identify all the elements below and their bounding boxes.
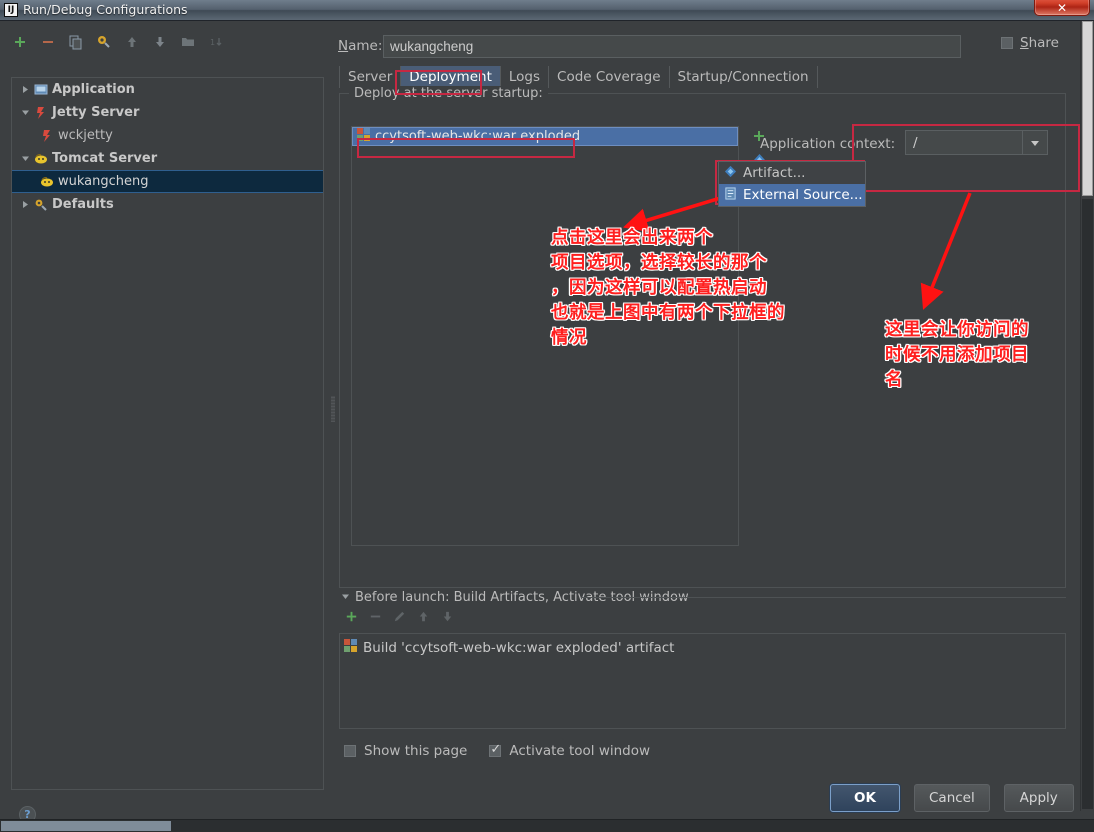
- splitter-grip-icon[interactable]: [331, 396, 335, 422]
- remove-icon[interactable]: [36, 30, 60, 54]
- jetty-icon: [32, 106, 50, 120]
- tree-item-wukangcheng[interactable]: wukangcheng: [12, 170, 323, 193]
- application-icon: [32, 83, 50, 97]
- edit-templates-icon[interactable]: [92, 30, 116, 54]
- deployment-list-item[interactable]: ccytsoft-web-wkc:war exploded: [352, 127, 738, 146]
- horizontal-scrollbar[interactable]: [0, 819, 1094, 832]
- application-context-combo[interactable]: /: [905, 130, 1048, 155]
- jetty-icon: [38, 129, 56, 143]
- tree-item-label: Tomcat Server: [52, 151, 158, 166]
- before-launch-divider: [581, 597, 1066, 598]
- application-context-label: Application context:: [760, 136, 896, 152]
- tree-item-label: wukangcheng: [58, 174, 149, 189]
- tree-item-label: wckjetty: [58, 128, 113, 143]
- add-task-icon[interactable]: [344, 609, 359, 628]
- move-up-icon[interactable]: [120, 30, 144, 54]
- tab-deployment[interactable]: Deployment: [401, 66, 501, 88]
- tree-item-application[interactable]: Application: [12, 78, 323, 101]
- show-this-page-checkbox[interactable]: Show this page: [344, 743, 467, 759]
- show-page-label: Show this page: [364, 743, 468, 759]
- move-down-icon[interactable]: [148, 30, 172, 54]
- window-title: Run/Debug Configurations: [23, 2, 188, 17]
- artifact-icon: [724, 165, 737, 182]
- tab-server[interactable]: Server: [339, 66, 402, 88]
- activate-tool-window-checkbox[interactable]: Activate tool window: [489, 742, 651, 759]
- before-launch-list[interactable]: Build 'ccytsoft-web-wkc:war exploded' ar…: [339, 633, 1066, 729]
- vertical-scrollbar[interactable]: [1080, 21, 1094, 811]
- chevron-down-icon[interactable]: [18, 154, 32, 163]
- vertical-scrollbar-thumb[interactable]: [1082, 21, 1093, 196]
- tree-item-label: Jetty Server: [52, 105, 140, 120]
- external-source-icon: [724, 186, 737, 204]
- before-launch-item[interactable]: Build 'ccytsoft-web-wkc:war exploded' ar…: [340, 634, 1065, 656]
- tree-item-label: Defaults: [52, 197, 114, 212]
- add-icon[interactable]: [8, 30, 32, 54]
- tree-item-jetty-server[interactable]: Jetty Server: [12, 101, 323, 124]
- config-tabs[interactable]: Server Deployment Logs Code Coverage Sta…: [339, 66, 818, 88]
- share-checkbox-box[interactable]: [1001, 37, 1013, 49]
- run-debug-configurations-dialog: IJ Run/Debug Configurations ✕ 1 Applicat…: [0, 0, 1094, 832]
- configuration-editor-panel: Name: Share Server Deployment Logs Code …: [336, 21, 1080, 811]
- tree-item-wckjetty[interactable]: wckjetty: [12, 124, 323, 147]
- activate-tool-label: Activate tool window: [509, 743, 651, 759]
- popup-item-label: Artifact...: [743, 165, 806, 181]
- svg-text:1: 1: [210, 38, 215, 47]
- collapse-triangle-icon[interactable]: [341, 590, 350, 605]
- folder-icon[interactable]: [176, 30, 200, 54]
- share-checkbox[interactable]: Share: [1001, 35, 1059, 51]
- before-launch-toolbar: [344, 609, 455, 628]
- bottom-checkboxes: Show this page Activate tool window: [344, 742, 651, 759]
- cancel-button[interactable]: Cancel: [914, 784, 990, 812]
- horizontal-scrollbar-thumb[interactable]: [1, 821, 171, 831]
- popup-item-external-source[interactable]: External Source...: [719, 184, 865, 206]
- intellij-logo-icon: IJ: [4, 2, 18, 17]
- defaults-icon: [32, 198, 50, 212]
- popup-item-label: External Source...: [743, 187, 863, 203]
- name-label: Name:: [338, 38, 383, 54]
- chevron-right-icon[interactable]: [18, 85, 32, 94]
- edit-task-icon: [392, 609, 407, 628]
- chevron-down-icon[interactable]: [18, 108, 32, 117]
- tomcat-icon: [32, 152, 50, 166]
- name-row: Name:: [338, 34, 1038, 58]
- chevron-right-icon[interactable]: [18, 200, 32, 209]
- close-icon[interactable]: ✕: [1034, 0, 1090, 16]
- activate-tool-checkbox-box[interactable]: [489, 742, 502, 757]
- tab-startup-connection[interactable]: Startup/Connection: [670, 66, 818, 88]
- remove-task-icon: [368, 609, 383, 628]
- apply-button[interactable]: Apply: [1003, 784, 1074, 812]
- tree-item-tomcat-server[interactable]: Tomcat Server: [12, 147, 323, 170]
- application-context-value[interactable]: /: [906, 135, 1022, 151]
- tree-item-defaults[interactable]: Defaults: [12, 193, 323, 216]
- ok-button[interactable]: OK: [830, 784, 900, 812]
- before-launch-item-label: Build 'ccytsoft-web-wkc:war exploded' ar…: [363, 639, 675, 656]
- title-bar-left: IJ Run/Debug Configurations: [4, 2, 188, 17]
- tomcat-icon: [38, 175, 56, 189]
- configurations-toolbar: 1: [8, 29, 228, 55]
- vertical-scrollbar-track[interactable]: [1082, 199, 1093, 809]
- dialog-button-bar: OK Cancel Apply: [830, 784, 1074, 812]
- chevron-down-icon[interactable]: [1022, 131, 1047, 154]
- deploy-group-title: Deploy at the server startup:: [349, 86, 548, 101]
- tree-item-label: Application: [52, 82, 135, 97]
- artifact-icon: [344, 639, 357, 656]
- artifact-icon: [357, 128, 370, 145]
- sort-icon[interactable]: 1: [204, 30, 228, 54]
- add-deployment-popup-menu[interactable]: Artifact... External Source...: [718, 161, 866, 207]
- configurations-tree[interactable]: Application Jetty Server wckjetty Tomcat…: [11, 77, 324, 790]
- popup-item-artifact[interactable]: Artifact...: [719, 162, 865, 184]
- tab-logs[interactable]: Logs: [501, 66, 550, 88]
- title-bar: IJ Run/Debug Configurations ✕: [0, 0, 1094, 21]
- task-up-icon: [416, 609, 431, 628]
- deployment-group: Deploy at the server startup: ccytsoft-w…: [339, 86, 1066, 588]
- configurations-left-panel: 1 Application Jetty Server wckjetty Tomc…: [0, 21, 330, 823]
- name-input[interactable]: [383, 34, 961, 58]
- tab-code-coverage[interactable]: Code Coverage: [549, 66, 670, 88]
- show-page-checkbox-box[interactable]: [344, 745, 356, 757]
- deployment-item-label: ccytsoft-web-wkc:war exploded: [375, 129, 581, 144]
- copy-icon[interactable]: [64, 30, 88, 54]
- deployment-list[interactable]: ccytsoft-web-wkc:war exploded: [351, 126, 739, 546]
- task-down-icon: [440, 609, 455, 628]
- share-label: Share: [1020, 35, 1059, 51]
